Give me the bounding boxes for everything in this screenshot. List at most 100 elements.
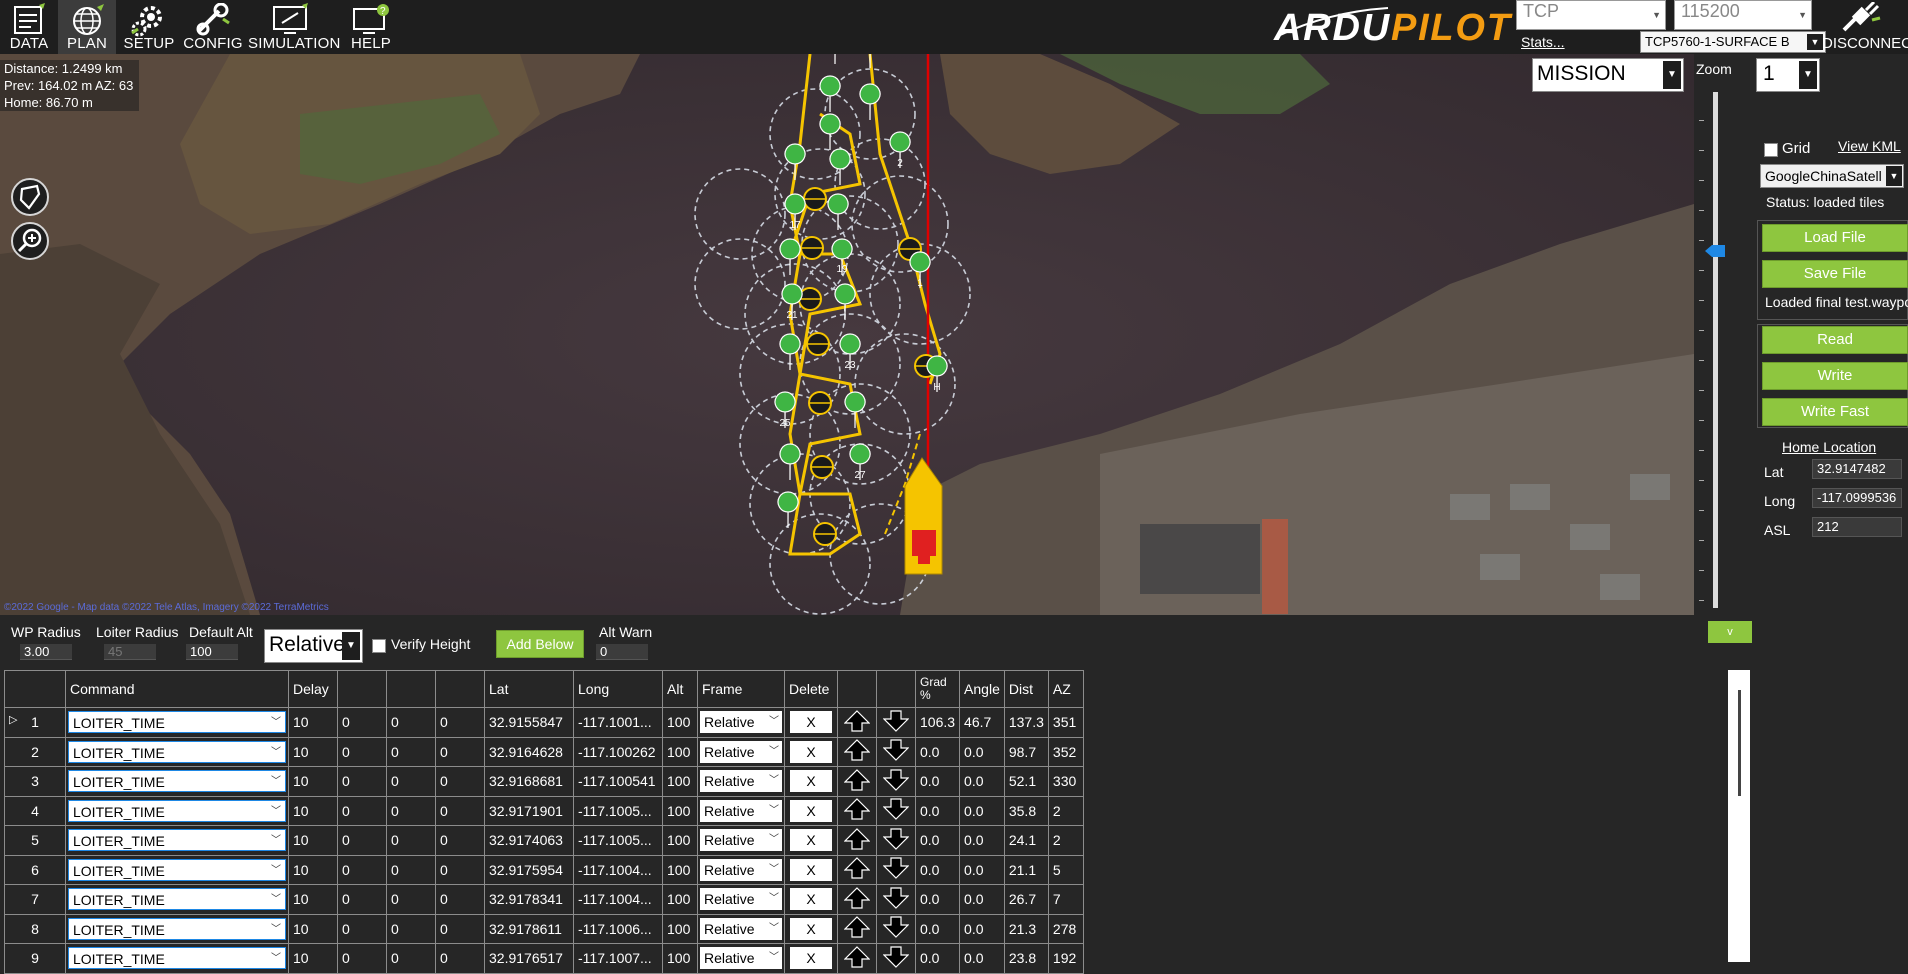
collapse-panel-button[interactable]: v: [1708, 621, 1752, 643]
param3-cell[interactable]: 0: [386, 736, 436, 767]
grid-checkbox[interactable]: [1764, 143, 1778, 157]
frame-cell[interactable]: Relative ﹀: [697, 884, 785, 915]
connection-name-select[interactable]: TCP5760-1-SURFACE B ▼: [1640, 31, 1826, 53]
move-up-button[interactable]: [837, 854, 877, 885]
param4-cell[interactable]: 0: [435, 766, 485, 797]
frame-select[interactable]: Relative ﹀: [700, 770, 782, 793]
default-alt-field[interactable]: 100: [186, 644, 238, 660]
delay-cell[interactable]: 10: [288, 913, 338, 944]
move-up-button[interactable]: [837, 766, 877, 797]
table-scrollbar-thumb[interactable]: [1738, 690, 1741, 796]
move-up-button[interactable]: [837, 913, 877, 944]
nav-simulation-button[interactable]: SIMULATION: [248, 0, 340, 54]
param3-cell[interactable]: 0: [386, 707, 436, 738]
delay-cell[interactable]: 10: [288, 884, 338, 915]
lat-cell[interactable]: 32.9174063: [484, 825, 574, 856]
long-cell[interactable]: -117.1004...: [573, 854, 663, 885]
param4-cell[interactable]: 0: [435, 825, 485, 856]
delay-cell[interactable]: 10: [288, 943, 338, 974]
write-fast-button[interactable]: Write Fast: [1762, 398, 1908, 426]
col-header-param2[interactable]: [337, 670, 387, 708]
frame-cell[interactable]: Relative ﹀: [697, 795, 785, 826]
frame-select[interactable]: Relative ﹀: [700, 858, 782, 881]
table-row[interactable]: 3 LOITER_TIME ﹀ 10 0 0 0 32.9168681 -117.100541 1…: [4, 766, 1084, 797]
write-button[interactable]: Write: [1762, 362, 1908, 390]
row-header-cell[interactable]: ▷ 1: [4, 707, 66, 738]
loiter-radius-field[interactable]: 45: [104, 644, 156, 660]
lat-cell[interactable]: 32.9168681: [484, 766, 574, 797]
alt-cell[interactable]: 100: [662, 736, 698, 767]
move-down-button[interactable]: [876, 884, 916, 915]
param4-cell[interactable]: 0: [435, 707, 485, 738]
param2-cell[interactable]: 0: [337, 707, 387, 738]
alt-cell[interactable]: 100: [662, 825, 698, 856]
alt-cell[interactable]: 100: [662, 707, 698, 738]
frame-select[interactable]: Relative ﹀: [700, 947, 782, 970]
zoom-select[interactable]: 1 ▼: [1756, 58, 1820, 92]
param3-cell[interactable]: 0: [386, 766, 436, 797]
table-row[interactable]: 5 LOITER_TIME ﹀ 10 0 0 0 32.9174063 -117.1005...…: [4, 825, 1084, 856]
command-select[interactable]: LOITER_TIME ﹀: [68, 858, 286, 881]
command-select[interactable]: LOITER_TIME ﹀: [68, 770, 286, 793]
col-header-grad[interactable]: Grad %: [914, 670, 961, 708]
param4-cell[interactable]: 0: [435, 736, 485, 767]
table-row[interactable]: ▷ 1 LOITER_TIME ﹀ 10 0 0 0 32.9155847 -117.1001..…: [4, 707, 1084, 738]
delay-cell[interactable]: 10: [288, 736, 338, 767]
long-cell[interactable]: -117.1004...: [573, 884, 663, 915]
frame-select[interactable]: Relative ﹀: [700, 711, 782, 734]
param4-cell[interactable]: 0: [435, 795, 485, 826]
col-header-delay[interactable]: Delay: [288, 670, 338, 708]
frame-cell[interactable]: Relative ﹀: [697, 913, 785, 944]
view-kml-link[interactable]: View KML: [1838, 138, 1901, 154]
long-cell[interactable]: -117.1005...: [573, 795, 663, 826]
param3-cell[interactable]: 0: [386, 854, 436, 885]
move-up-button[interactable]: [837, 736, 877, 767]
row-header-cell[interactable]: 9: [4, 943, 66, 974]
stats-link[interactable]: Stats...: [1521, 34, 1565, 50]
delay-cell[interactable]: 10: [288, 825, 338, 856]
param2-cell[interactable]: 0: [337, 795, 387, 826]
delay-cell[interactable]: 10: [288, 854, 338, 885]
home-asl-field[interactable]: 212: [1812, 517, 1902, 537]
param4-cell[interactable]: 0: [435, 884, 485, 915]
table-row[interactable]: 4 LOITER_TIME ﹀ 10 0 0 0 32.9171901 -117.1005...…: [4, 795, 1084, 826]
delete-row-button[interactable]: X: [790, 829, 832, 852]
verify-height-checkbox[interactable]: [372, 639, 386, 653]
command-cell[interactable]: LOITER_TIME ﹀: [65, 884, 289, 915]
command-cell[interactable]: LOITER_TIME ﹀: [65, 913, 289, 944]
col-header-dist[interactable]: Dist: [1003, 670, 1049, 708]
command-cell[interactable]: LOITER_TIME ﹀: [65, 825, 289, 856]
col-header-param4[interactable]: [435, 670, 485, 708]
delete-row-button[interactable]: X: [790, 770, 832, 793]
move-up-button[interactable]: [837, 825, 877, 856]
nav-config-button[interactable]: CONFIG: [182, 0, 244, 54]
move-down-button[interactable]: [876, 766, 916, 797]
delete-row-button[interactable]: X: [790, 888, 832, 911]
row-header-cell[interactable]: 4: [4, 795, 66, 826]
command-select[interactable]: LOITER_TIME ﹀: [68, 829, 286, 852]
lat-cell[interactable]: 32.9178341: [484, 884, 574, 915]
col-header-long[interactable]: Long: [573, 670, 663, 708]
nav-help-button[interactable]: ? HELP: [342, 0, 400, 54]
delay-cell[interactable]: 10: [288, 766, 338, 797]
param4-cell[interactable]: 0: [435, 943, 485, 974]
command-select[interactable]: LOITER_TIME ﹀: [68, 740, 286, 763]
col-header-az[interactable]: AZ: [1047, 670, 1084, 708]
row-header-cell[interactable]: 2: [4, 736, 66, 767]
alt-cell[interactable]: 100: [662, 766, 698, 797]
param2-cell[interactable]: 0: [337, 766, 387, 797]
nav-data-button[interactable]: DATA: [0, 0, 58, 54]
param4-cell[interactable]: 0: [435, 913, 485, 944]
table-row[interactable]: 6 LOITER_TIME ﹀ 10 0 0 0 32.9175954 -117.1004...…: [4, 854, 1084, 885]
table-row[interactable]: 9 LOITER_TIME ﹀ 10 0 0 0 32.9176517 -117.1007...…: [4, 943, 1084, 974]
home-lat-field[interactable]: 32.9147482: [1812, 459, 1902, 479]
lat-cell[interactable]: 32.9176517: [484, 943, 574, 974]
wp-radius-field[interactable]: 3.00: [20, 644, 72, 660]
col-header-angle[interactable]: Angle: [959, 670, 1005, 708]
col-header-lat[interactable]: Lat: [484, 670, 574, 708]
delete-cell[interactable]: X: [784, 707, 838, 738]
delay-cell[interactable]: 10: [288, 707, 338, 738]
home-location-link[interactable]: Home Location: [1782, 439, 1876, 455]
move-up-button[interactable]: [837, 884, 877, 915]
long-cell[interactable]: -117.1001...: [573, 707, 663, 738]
